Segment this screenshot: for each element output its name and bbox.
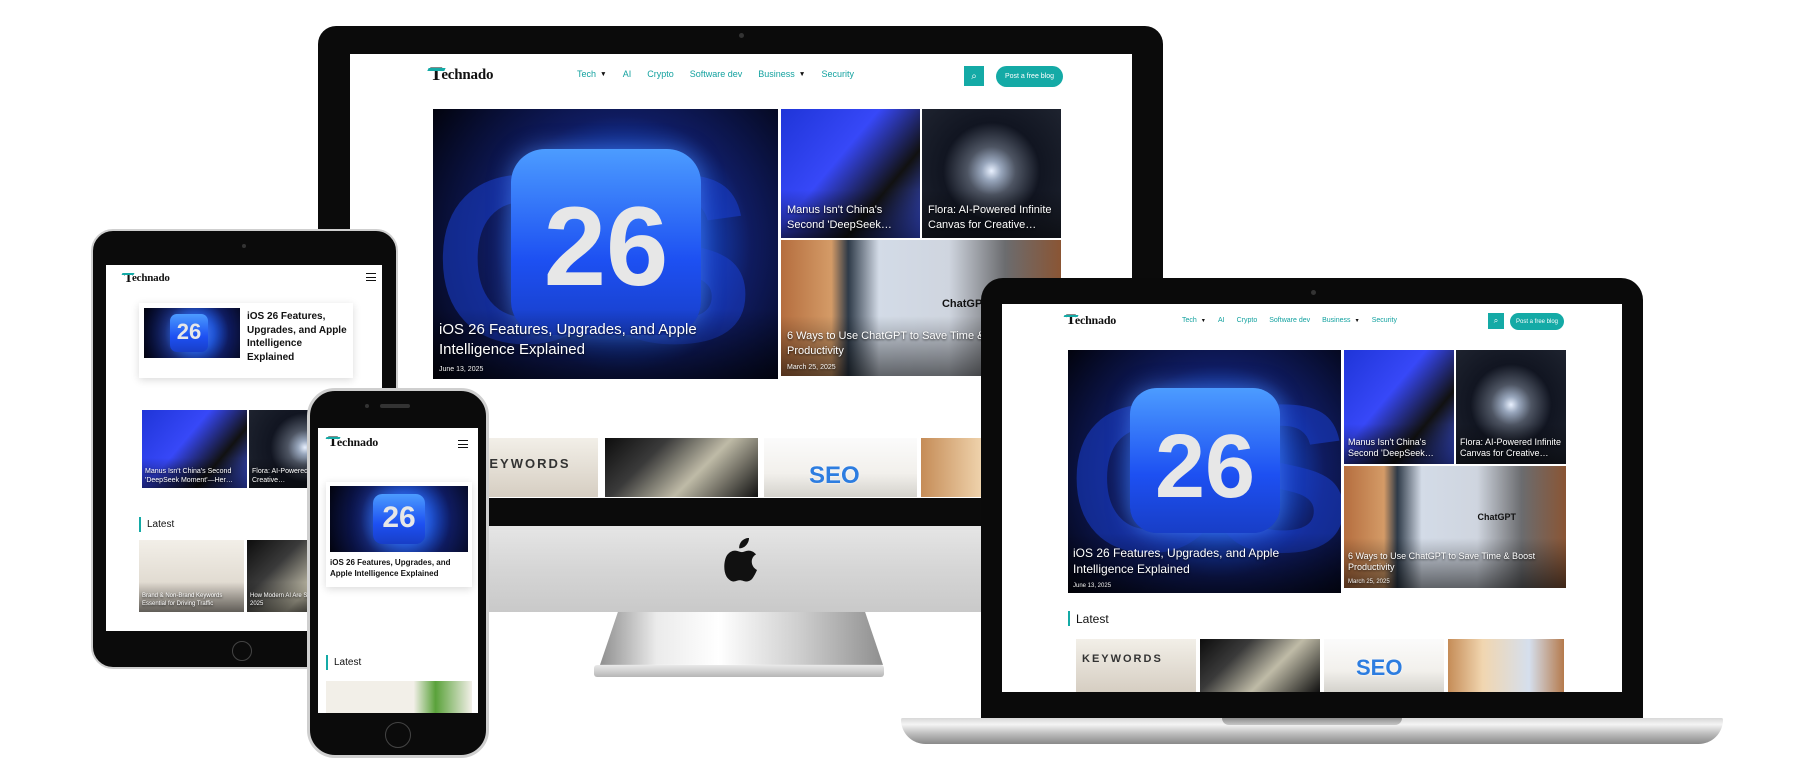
laptop-camera [1311,290,1316,295]
feature-title: iOS 26 Features, Upgrades, and Apple Int… [247,311,347,363]
hero-date: June 13, 2025 [439,366,484,373]
nav-item-tech[interactable]: Tech ▼ [577,69,607,79]
hero-card[interactable]: OS 26 iOS 26 Features, Upgrades, and App… [1068,350,1341,593]
side-card-flora[interactable]: Flora: AI-Powered Infinite Canvas for Cr… [922,109,1061,238]
side-card-overlay: Manus Isn't China's Second 'DeepSeek… [1344,424,1454,464]
side-card-manus[interactable]: Manus Isn't China's Second 'DeepSeek… [781,109,920,238]
main-nav: Tech ▼ AI Crypto Software dev Business ▼ S… [1182,317,1397,324]
keywords-tiles: KEYWORDS [1082,653,1163,665]
side-card-date: March 25, 2025 [1348,579,1390,585]
hero-title: iOS 26 Features, Upgrades, and Apple Int… [1073,545,1280,576]
latest-thumb-money[interactable] [605,438,758,497]
side-card-manus[interactable]: Manus Isn't China's Second 'DeepSeek Mom… [142,410,247,488]
nav-item-business[interactable]: Business ▼ [1322,317,1360,324]
side-card-title: Flora: AI-Powered Infinite Canvas for Cr… [1460,436,1562,459]
side-card-flora[interactable]: Flora: AI-Powered Infinite Canvas for Cr… [1456,350,1566,464]
hero-overlay: iOS 26 Features, Upgrades, and Apple Int… [1068,533,1341,593]
side-card-title: Manus Isn't China's Second 'DeepSeek Mom… [145,467,233,484]
menu-icon[interactable] [366,273,376,281]
hero-title: iOS 26 Features, Upgrades, and Apple Int… [439,321,697,358]
chatgpt-label: ChatGPT [1477,512,1516,522]
brand-logo[interactable]: Technado [430,64,493,86]
post-free-blog-button[interactable]: Post a free blog [1510,313,1564,330]
side-card-overlay: Flora: AI-Powered Infinite Canvas for Cr… [922,190,1061,238]
latest-heading: Latest [139,517,174,532]
brand-logo[interactable]: Technado [328,434,378,451]
ios-26-number: 26 [176,319,202,344]
latest-thumb-keywords[interactable]: Brand & Non-Brand Keywords Essential for… [139,540,244,612]
ios-26-number: 26 [1154,417,1256,517]
tablet-home-button[interactable] [232,641,252,661]
seo-text: SEO [1356,655,1403,680]
nav-item-ai[interactable]: AI [1218,317,1225,324]
apple-logo-icon [724,537,760,582]
nav-item-security[interactable]: Security [821,69,854,79]
phone-feature-card[interactable]: 26 iOS 26 Features, Upgrades, and Apple … [326,482,472,587]
nav-item-software-dev[interactable]: Software dev [690,69,743,79]
side-card-date: March 25, 2025 [787,364,836,371]
phone-camera [365,404,369,408]
latest-thumb-seo[interactable]: SEO [764,438,917,497]
latest-thumb-keywords[interactable]: KEYWORDS [478,438,598,497]
phone-speaker [380,404,410,408]
side-card-chatgpt[interactable]: ChatGPT 6 Ways to Use ChatGPT to Save Ti… [1344,466,1566,588]
laptop-screen: Technado Tech ▼ AI Crypto Software dev Bu… [1002,304,1622,692]
nav-item-crypto[interactable]: Crypto [1237,317,1258,324]
nav-item-tech[interactable]: Tech ▼ [1182,317,1206,324]
latest-thumb-money[interactable] [1200,639,1320,692]
hero-card[interactable]: OS 26 iOS 26 Features, Upgrades, and App… [433,109,778,379]
dropdown-caret-icon: ▼ [600,70,607,78]
side-card-title: Manus Isn't China's Second 'DeepSeek… [787,204,892,231]
keywords-tiles: KEYWORDS [478,456,571,471]
side-card-title: Flora: AI-Powered Infinite Canvas for Cr… [928,204,1052,231]
responsive-devices-mockup: Technado Tech ▼ AI Crypto Software dev Bu… [0,0,1800,760]
side-card-overlay: 6 Ways to Use ChatGPT to Save Time & Boo… [1344,538,1566,588]
nav-item-security[interactable]: Security [1372,317,1397,324]
post-free-blog-button[interactable]: Post a free blog [996,66,1063,87]
phone-screen: Technado 26 iOS 26 Features, Upgrades, a… [318,428,478,713]
side-card-title: Manus Isn't China's Second 'DeepSeek… [1348,436,1434,459]
seo-text: SEO [809,462,860,489]
latest-heading: Latest [1068,611,1109,626]
ios-26-number: 26 [382,501,416,534]
nav-item-crypto[interactable]: Crypto [647,69,674,79]
side-card-overlay: Flora: AI-Powered Infinite Canvas for Cr… [1456,424,1566,464]
latest-thumb-office[interactable] [1448,639,1564,692]
imac-stand-base [594,665,884,677]
tablet-camera [242,244,246,248]
tablet-feature-card[interactable]: 26 iOS 26 Features, Upgrades, and Apple … [139,303,353,378]
side-card-manus[interactable]: Manus Isn't China's Second 'DeepSeek… [1344,350,1454,464]
nav-item-software-dev[interactable]: Software dev [1269,317,1310,324]
phone-home-button[interactable] [385,722,411,748]
ios-26-number: 26 [543,184,669,309]
latest-thumb-keywords[interactable] [326,681,472,713]
feature-thumb: 26 [330,486,468,552]
main-nav: Tech ▼ AI Crypto Software dev Business ▼ S… [577,69,854,79]
feature-title: iOS 26 Features, Upgrades, and Apple Int… [330,558,451,578]
nav-item-business[interactable]: Business ▼ [758,69,805,79]
hero-date: June 13, 2025 [1073,583,1112,589]
latest-card-title: Brand & Non-Brand Keywords Essential for… [142,593,223,608]
brand-logo[interactable]: Technado [124,270,170,286]
brand-logo[interactable]: Technado [1066,312,1116,329]
imac-camera [739,33,744,38]
dropdown-caret-icon: ▼ [1200,317,1206,324]
dropdown-caret-icon: ▼ [798,70,806,78]
dropdown-caret-icon: ▼ [1354,317,1360,324]
search-button[interactable]: ⌕ [1488,313,1504,329]
laptop-notch [1222,718,1402,725]
latest-card-overlay: Brand & Non-Brand Keywords Essential for… [139,582,244,612]
feature-thumb: 26 [144,308,240,358]
side-card-overlay: Manus Isn't China's Second 'DeepSeek… [781,190,920,238]
hero-overlay: iOS 26 Features, Upgrades, and Apple Int… [433,309,778,379]
search-button[interactable]: ⌕ [964,66,984,86]
latest-heading: Latest [326,655,361,670]
latest-thumb-keywords[interactable]: KEYWORDS [1076,639,1196,692]
nav-item-ai[interactable]: AI [623,69,632,79]
side-card-title: 6 Ways to Use ChatGPT to Save Time & Boo… [1348,550,1536,573]
menu-icon[interactable] [458,440,468,448]
latest-thumb-seo[interactable]: SEO [1324,639,1444,692]
side-card-overlay: Manus Isn't China's Second 'DeepSeek Mom… [142,458,247,488]
